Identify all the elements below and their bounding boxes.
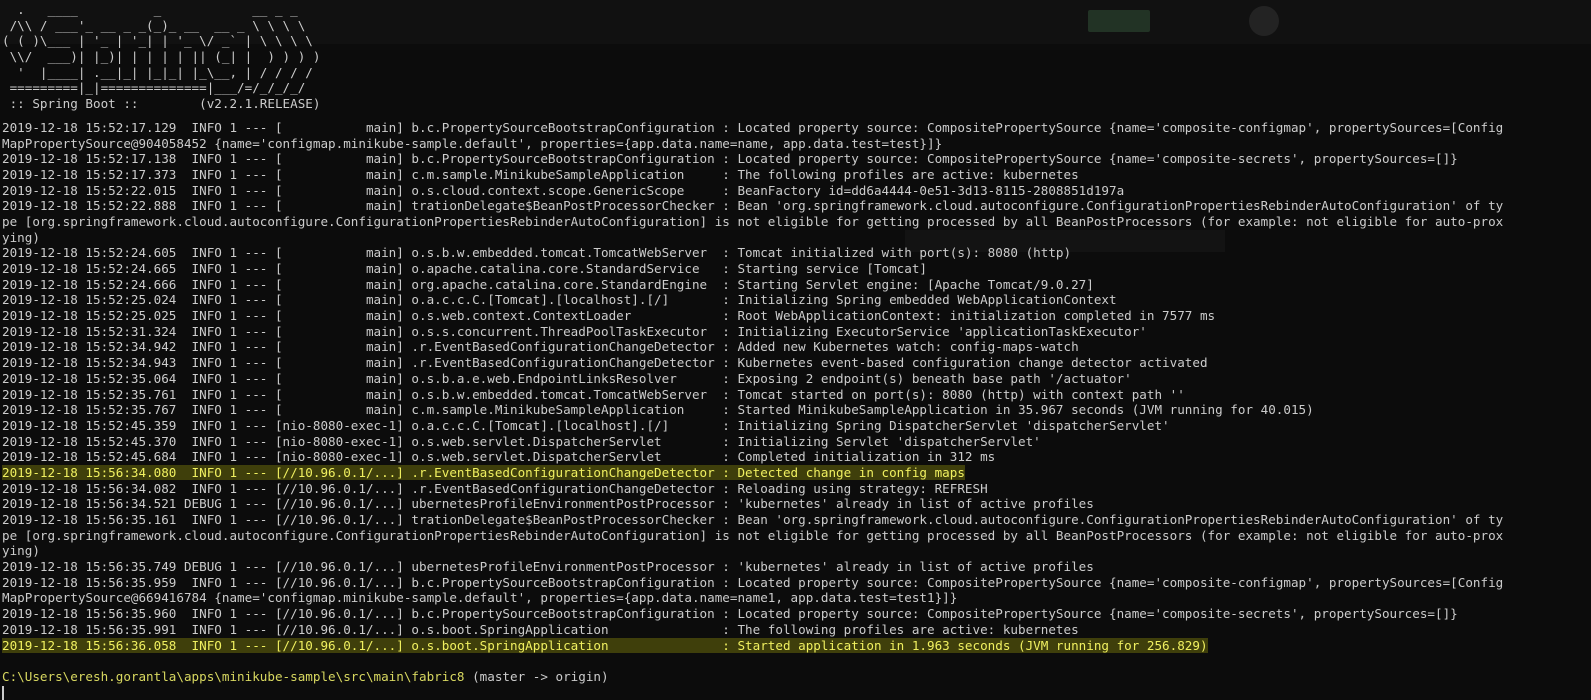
- log-line: 2019-12-18 15:56:34.521 DEBUG 1 --- [//1…: [2, 496, 1591, 512]
- banner-line: /\\ / ___'_ __ _ _(_)_ __ __ _ \ \ \ \: [2, 17, 306, 33]
- log-line: 2019-12-18 15:52:34.942 INFO 1 --- [ mai…: [2, 339, 1591, 355]
- log-line-text: pe [org.springframework.cloud.autoconfig…: [2, 527, 1504, 543]
- log-line-text: 2019-12-18 15:56:34.082 INFO 1 --- [//10…: [2, 480, 988, 496]
- log-line-text: 2019-12-18 15:52:35.761 INFO 1 --- [ mai…: [2, 386, 1185, 402]
- log-line: pe [org.springframework.cloud.autoconfig…: [2, 528, 1591, 544]
- banner-line: =========|_|==============|___/=/_/_/_/: [2, 80, 306, 96]
- log-line: 2019-12-18 15:52:24.665 INFO 1 --- [ mai…: [2, 261, 1591, 277]
- log-line-text: 2019-12-18 15:52:35.767 INFO 1 --- [ mai…: [2, 402, 1314, 418]
- command-prompt[interactable]: C:\Users\eresh.gorantla\apps\minikube-sa…: [0, 669, 1591, 685]
- log-line-text: 2019-12-18 15:52:17.373 INFO 1 --- [ mai…: [2, 166, 1079, 182]
- log-line: 2019-12-18 15:56:35.749 DEBUG 1 --- [//1…: [2, 559, 1591, 575]
- log-line: 2019-12-18 15:52:17.373 INFO 1 --- [ mai…: [2, 167, 1591, 183]
- input-line[interactable]: [0, 685, 1591, 700]
- log-line: 2019-12-18 15:56:35.960 INFO 1 --- [//10…: [2, 606, 1591, 622]
- log-line-text: 2019-12-18 15:56:34.080 INFO 1 --- [//10…: [2, 464, 965, 480]
- log-line: 2019-12-18 15:52:22.015 INFO 1 --- [ mai…: [2, 183, 1591, 199]
- log-line-highlighted: 2019-12-18 15:56:36.058 INFO 1 --- [//10…: [2, 637, 1591, 654]
- log-line-text: 2019-12-18 15:52:17.129 INFO 1 --- [ mai…: [2, 119, 1504, 135]
- log-line-text: pe [org.springframework.cloud.autoconfig…: [2, 213, 1504, 229]
- log-line: 2019-12-18 15:52:31.324 INFO 1 --- [ mai…: [2, 324, 1591, 340]
- log-line: MapPropertySource@669416784 {name='confi…: [2, 590, 1591, 606]
- log-line: 2019-12-18 15:52:25.024 INFO 1 --- [ mai…: [2, 292, 1591, 308]
- log-line-text: ying): [2, 543, 40, 559]
- log-line: 2019-12-18 15:52:34.943 INFO 1 --- [ mai…: [2, 355, 1591, 371]
- log-line-text: 2019-12-18 15:52:22.888 INFO 1 --- [ mai…: [2, 198, 1504, 214]
- log-line-text: 2019-12-18 15:56:35.991 INFO 1 --- [//10…: [2, 621, 1079, 637]
- log-line: 2019-12-18 15:56:35.991 INFO 1 --- [//10…: [2, 622, 1591, 638]
- log-line: 2019-12-18 15:52:22.888 INFO 1 --- [ mai…: [2, 198, 1591, 214]
- log-line-text: 2019-12-18 15:56:36.058 INFO 1 --- [//10…: [2, 637, 1208, 653]
- log-line-text: MapPropertySource@669416784 {name='confi…: [2, 590, 958, 606]
- log-output: 2019-12-18 15:52:17.129 INFO 1 --- [ mai…: [0, 120, 1591, 653]
- log-line-text: 2019-12-18 15:52:25.024 INFO 1 --- [ mai…: [2, 292, 1117, 308]
- spring-boot-banner: . ____ _ __ _ _ /\\ / ___'_ __ _ _(_)_ _…: [0, 2, 1591, 112]
- log-line: ying): [2, 543, 1591, 559]
- prompt-path: C:\Users\eresh.gorantla\apps\minikube-sa…: [2, 668, 465, 684]
- log-line-text: 2019-12-18 15:52:24.605 INFO 1 --- [ mai…: [2, 245, 1072, 261]
- log-line: 2019-12-18 15:52:24.605 INFO 1 --- [ mai…: [2, 245, 1591, 261]
- banner-line: :: Spring Boot :: (v2.2.1.RELEASE): [2, 96, 321, 112]
- log-line-text: 2019-12-18 15:52:45.370 INFO 1 --- [nio-…: [2, 433, 1041, 449]
- log-line-text: 2019-12-18 15:52:45.359 INFO 1 --- [nio-…: [2, 417, 1170, 433]
- log-line: pe [org.springframework.cloud.autoconfig…: [2, 214, 1591, 230]
- log-line-text: MapPropertySource@904058452 {name='confi…: [2, 135, 943, 151]
- log-line: 2019-12-18 15:52:24.666 INFO 1 --- [ mai…: [2, 277, 1591, 293]
- log-line-text: 2019-12-18 15:56:35.960 INFO 1 --- [//10…: [2, 606, 1458, 622]
- log-line-text: 2019-12-18 15:56:34.521 DEBUG 1 --- [//1…: [2, 496, 1094, 512]
- log-line: 2019-12-18 15:52:17.138 INFO 1 --- [ mai…: [2, 151, 1591, 167]
- log-line: 2019-12-18 15:52:35.767 INFO 1 --- [ mai…: [2, 402, 1591, 418]
- log-line: 2019-12-18 15:56:35.959 INFO 1 --- [//10…: [2, 575, 1591, 591]
- log-line: 2019-12-18 15:52:17.129 INFO 1 --- [ mai…: [2, 120, 1591, 136]
- log-line-text: 2019-12-18 15:52:24.665 INFO 1 --- [ mai…: [2, 261, 928, 276]
- log-line: 2019-12-18 15:52:45.370 INFO 1 --- [nio-…: [2, 434, 1591, 450]
- log-line: 2019-12-18 15:52:35.064 INFO 1 --- [ mai…: [2, 371, 1591, 387]
- log-line: 2019-12-18 15:52:45.359 INFO 1 --- [nio-…: [2, 418, 1591, 434]
- log-line: 2019-12-18 15:56:35.161 INFO 1 --- [//10…: [2, 512, 1591, 528]
- banner-line: \\/ ___)| |_)| | | | | || (_| | ) ) ) ): [2, 49, 321, 65]
- prompt-branch: (master -> origin): [464, 668, 609, 684]
- log-line-highlighted: 2019-12-18 15:56:34.080 INFO 1 --- [//10…: [2, 464, 1591, 481]
- log-line-text: 2019-12-18 15:52:24.666 INFO 1 --- [ mai…: [2, 276, 1094, 292]
- terminal-screen[interactable]: . ____ _ __ _ _ /\\ / ___'_ __ _ _(_)_ _…: [0, 0, 1591, 700]
- log-line-text: 2019-12-18 15:52:31.324 INFO 1 --- [ mai…: [2, 323, 1147, 339]
- log-line-text: 2019-12-18 15:52:25.025 INFO 1 --- [ mai…: [2, 308, 1216, 324]
- log-line: MapPropertySource@904058452 {name='confi…: [2, 136, 1591, 152]
- log-line: 2019-12-18 15:52:45.684 INFO 1 --- [nio-…: [2, 449, 1591, 465]
- log-line-text: 2019-12-18 15:56:35.749 DEBUG 1 --- [//1…: [2, 559, 1094, 575]
- log-line-text: 2019-12-18 15:52:34.942 INFO 1 --- [ mai…: [2, 339, 1079, 355]
- log-line-text: ying): [2, 229, 40, 245]
- log-line-text: 2019-12-18 15:52:35.064 INFO 1 --- [ mai…: [2, 370, 1132, 386]
- banner-line: ( ( )\___ | '_ | '_| | '_ \/ _` | \ \ \ …: [2, 33, 313, 49]
- log-line-text: 2019-12-18 15:56:35.161 INFO 1 --- [//10…: [2, 512, 1504, 527]
- log-line-text: 2019-12-18 15:52:22.015 INFO 1 --- [ mai…: [2, 182, 1125, 198]
- log-line: 2019-12-18 15:52:25.025 INFO 1 --- [ mai…: [2, 308, 1591, 324]
- log-line: ying): [2, 230, 1591, 246]
- banner-line: . ____ _ __ _ _: [2, 2, 298, 17]
- log-line-text: 2019-12-18 15:52:17.138 INFO 1 --- [ mai…: [2, 151, 1458, 167]
- log-line-text: 2019-12-18 15:52:45.684 INFO 1 --- [nio-…: [2, 449, 996, 465]
- terminal-window[interactable]: . ____ _ __ _ _ /\\ / ___'_ __ _ _(_)_ _…: [0, 0, 1591, 700]
- text-cursor: [2, 685, 4, 700]
- log-line: 2019-12-18 15:56:34.082 INFO 1 --- [//10…: [2, 481, 1591, 497]
- log-line: 2019-12-18 15:52:35.761 INFO 1 --- [ mai…: [2, 387, 1591, 403]
- log-line-text: 2019-12-18 15:52:34.943 INFO 1 --- [ mai…: [2, 355, 1208, 371]
- banner-line: ' |____| .__|_| |_|_| |_\__, | / / / /: [2, 64, 313, 80]
- log-line-text: 2019-12-18 15:56:35.959 INFO 1 --- [//10…: [2, 574, 1504, 590]
